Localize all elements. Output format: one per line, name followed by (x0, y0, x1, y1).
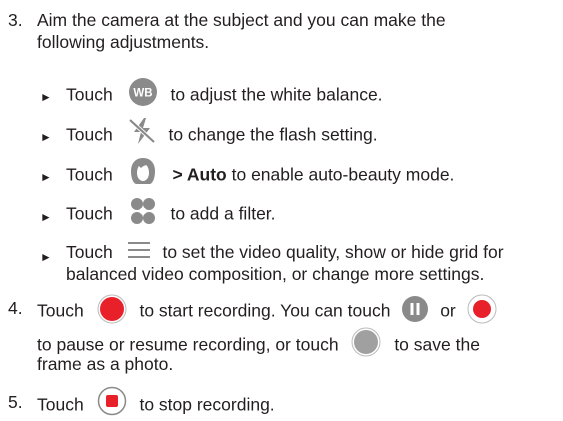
bullet-post: to adjust the white balance. (170, 84, 383, 105)
bullet-marker: ► (40, 90, 52, 104)
beauty-face-icon (128, 156, 158, 186)
bullet-pre: Touch (66, 124, 113, 145)
record-icon (97, 294, 127, 324)
shutter-icon (351, 327, 381, 357)
flash-off-icon (128, 116, 156, 146)
bullet-beauty-line: Touch > Auto to enable auto-beauty mode. (66, 158, 455, 191)
filter-icon (128, 197, 158, 225)
step-4-number: 4. (8, 298, 23, 318)
step-5-line: Touch to stop recording. (37, 386, 275, 421)
step-3-line-2: following adjustments. (37, 32, 210, 52)
step-3-number: 3. (8, 10, 23, 30)
white-balance-icon-label: WB (133, 88, 152, 100)
step-5-number: 5. (8, 392, 23, 412)
bullet-bold: > Auto (172, 164, 227, 185)
bullet-marker: ► (40, 130, 52, 144)
white-balance-icon: WB (128, 77, 158, 107)
step-3-line-1: Aim the camera at the subject and you ca… (37, 10, 446, 30)
bullet-menu-line-2: balanced video composition, or change mo… (66, 264, 485, 284)
pause-icon (401, 295, 429, 323)
step-4-text: to save the (394, 334, 480, 355)
bullet-post: to set the video quality, show or hide g… (162, 242, 504, 262)
bullet-wb-line: Touch WB to adjust the white balance. (66, 78, 383, 111)
bullet-post: to change the flash setting. (168, 124, 378, 145)
step-4-text: to start recording. You can touch (139, 300, 391, 321)
step-4-text: or (440, 300, 456, 321)
menu-icon (127, 241, 150, 259)
step-4-text: to pause or resume recording, or touch (37, 334, 339, 355)
bullet-pre: Touch (66, 164, 113, 185)
bullet-marker: ► (40, 170, 52, 184)
step-4-line-3: frame as a photo. (37, 354, 174, 374)
step-4-line-1: Touch to start recording. You can touch … (37, 294, 497, 327)
bullet-marker: ► (40, 210, 52, 224)
step-5-text: to stop recording. (139, 394, 275, 415)
bullet-marker: ► (40, 250, 52, 264)
bullet-filter-line: Touch to add a filter. (66, 198, 276, 229)
bullet-menu-line-1: Touch to set the video quality, show or … (66, 241, 504, 263)
stop-icon (97, 386, 127, 416)
resume-record-icon (467, 294, 497, 324)
step-4-text: Touch (37, 300, 84, 321)
step-5-text: Touch (37, 394, 84, 415)
bullet-pre: Touch (66, 84, 113, 105)
bullet-post: to enable auto-beauty mode. (231, 164, 455, 185)
bullet-pre: Touch (66, 242, 113, 262)
bullet-post: to add a filter. (170, 203, 276, 224)
bullet-flash-line: Touch to change the flash setting. (66, 118, 378, 151)
bullet-pre: Touch (66, 203, 113, 224)
